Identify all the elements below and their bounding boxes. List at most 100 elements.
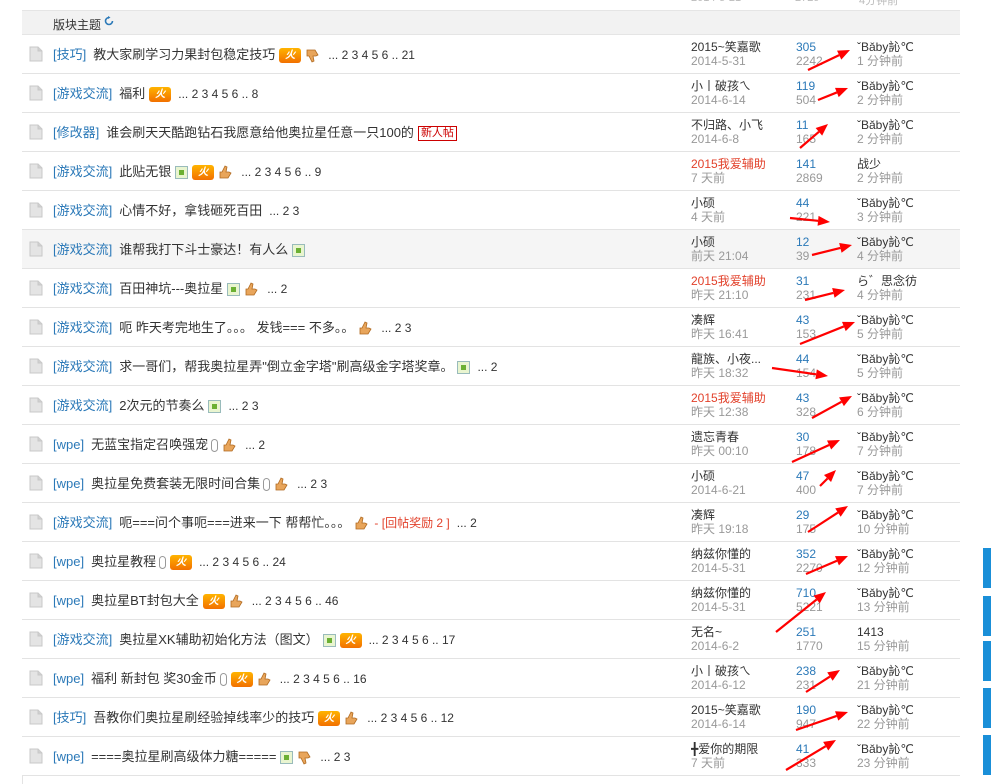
thread-category-link[interactable]: [游戏交流] <box>53 86 112 102</box>
thread-category-link[interactable]: [游戏交流] <box>53 281 112 297</box>
table-row[interactable]: [技巧] 教大家刷学习力果封包稳定技巧 火 ... 2 3 4 5 6 .. 21… <box>22 35 960 74</box>
author-name-link[interactable]: 凑辉 <box>691 508 781 522</box>
thread-title-link[interactable]: 奥拉星免费套装无限时间合集 <box>91 476 260 492</box>
author-name-link[interactable]: 凑辉 <box>691 313 781 327</box>
reply-count[interactable]: 238 <box>796 664 846 678</box>
thread-title-link[interactable]: 吾教你们奥拉星刷经验掉线率少的技巧 <box>93 710 314 726</box>
reply-count[interactable]: 29 <box>796 508 846 522</box>
last-poster-link[interactable]: ら゛思念彷 <box>857 274 957 288</box>
page-links[interactable]: ... 2 3 4 5 6 .. 16 <box>280 671 367 687</box>
author-name-link[interactable]: 小硕 <box>691 196 781 210</box>
author-name-link[interactable]: 小丨破孩ㄟ <box>691 664 781 678</box>
table-row[interactable]: [游戏交流] 求一哥们，帮我奥拉星弄"倒立金字塔"刷高级金字塔奖章。 ... 2… <box>22 347 960 386</box>
page-links[interactable]: ... 2 3 <box>320 749 350 765</box>
last-post-time[interactable]: 15 分钟前 <box>857 639 957 653</box>
thread-title-link[interactable]: 福利 <box>119 86 145 102</box>
last-post-time[interactable]: 3 分钟前 <box>857 210 957 224</box>
thread-category-link[interactable]: [游戏交流] <box>53 632 112 648</box>
last-post-time[interactable]: 7 分钟前 <box>857 483 957 497</box>
last-poster-link[interactable]: ˇBǎby訫℃ <box>857 469 957 483</box>
author-name-link[interactable]: 无名~ <box>691 625 781 639</box>
reply-count[interactable]: 352 <box>796 547 846 561</box>
last-post-time[interactable]: 13 分钟前 <box>857 600 957 614</box>
table-row[interactable]: [wpe] 福利 新封包 奖30金币 火... 2 3 4 5 6 .. 16 … <box>22 659 960 698</box>
thread-title-link[interactable]: 呃 昨天考完地生了。。。 发钱=== 不多。。 <box>119 320 354 336</box>
thread-title-link[interactable]: 福利 新封包 奖30金币 <box>91 671 217 687</box>
last-poster-link[interactable]: ˇBǎby訫℃ <box>857 703 957 717</box>
side-tab-5[interactable] <box>983 735 991 775</box>
page-links[interactable]: ... 2 3 4 5 6 .. 8 <box>178 86 258 102</box>
reply-count[interactable]: 31 <box>796 274 846 288</box>
page-links[interactable]: ... 2 3 4 5 6 .. 17 <box>369 632 456 648</box>
author-name-link[interactable]: 2015我爱辅助 <box>691 391 781 405</box>
thread-category-link[interactable]: [技巧] <box>53 710 86 726</box>
last-post-time[interactable]: 5 分钟前 <box>857 366 957 380</box>
table-row[interactable]: [游戏交流] 福利 火 ... 2 3 4 5 6 .. 8 小丨破孩ㄟ 2014… <box>22 74 960 113</box>
last-post-time[interactable]: 6 分钟前 <box>857 405 957 419</box>
reply-count[interactable]: 43 <box>796 391 846 405</box>
thread-category-link[interactable]: [技巧] <box>53 47 86 63</box>
last-post-time[interactable]: 23 分钟前 <box>857 756 957 770</box>
page-links[interactable]: ... 2 3 <box>228 398 258 414</box>
last-post-time[interactable]: 2 分钟前 <box>857 171 957 185</box>
thread-category-link[interactable]: [wpe] <box>53 437 84 453</box>
author-name-link[interactable]: 不归路、小飞 <box>691 118 781 132</box>
table-row[interactable]: [wpe] ====奥拉星刷高级体力糖===== ... 2 3 ╋爱你的期限 … <box>22 737 960 776</box>
table-row[interactable]: [wpe] 奥拉星免费套装无限时间合集 ... 2 3 小硕 2014-6-21… <box>22 464 960 503</box>
side-tab-3[interactable] <box>983 641 991 681</box>
thread-category-link[interactable]: [游戏交流] <box>53 515 112 531</box>
thread-category-link[interactable]: [修改器] <box>53 125 99 141</box>
author-name-link[interactable]: 2015~笑嘉歌 <box>691 703 781 717</box>
thread-title-link[interactable]: ====奥拉星刷高级体力糖===== <box>91 749 276 765</box>
reply-count[interactable]: 44 <box>796 352 846 366</box>
last-post-time[interactable]: 1 分钟前 <box>857 54 957 68</box>
last-poster-link[interactable]: ˇBǎby訫℃ <box>857 313 957 327</box>
thread-title-link[interactable]: 呃===问个事呃===进来一下 帮帮忙。。。 <box>119 515 350 531</box>
table-row[interactable]: [wpe] 奥拉星BT封包大全 火 ... 2 3 4 5 6 .. 46 纳兹你… <box>22 581 960 620</box>
reply-count[interactable]: 44 <box>796 196 846 210</box>
page-links[interactable]: ... 2 3 <box>297 476 327 492</box>
page-links[interactable]: ... 2 3 4 5 6 .. 9 <box>241 164 321 180</box>
author-name-link[interactable]: 2015~笑嘉歌 <box>691 40 781 54</box>
reply-count[interactable]: 141 <box>796 157 846 171</box>
side-tab-2[interactable] <box>983 596 991 636</box>
last-poster-link[interactable]: 1413 <box>857 625 957 639</box>
last-post-time[interactable]: 4 分钟前 <box>857 288 957 302</box>
reply-count[interactable]: 12 <box>796 235 846 249</box>
author-name-link[interactable]: 2015我爱辅助 <box>691 274 781 288</box>
refresh-icon[interactable] <box>104 16 114 26</box>
last-post-time[interactable]: 2 分钟前 <box>857 132 957 146</box>
author-name-link[interactable]: ╋爱你的期限 <box>691 742 781 756</box>
reply-count[interactable]: 41 <box>796 742 846 756</box>
page-links[interactable]: ... 2 <box>457 515 477 531</box>
thread-category-link[interactable]: [游戏交流] <box>53 203 112 219</box>
thread-category-link[interactable]: [wpe] <box>53 593 84 609</box>
table-row[interactable]: [游戏交流] 百田神坑---奥拉星 ... 2 2015我爱辅助 昨天 21:1… <box>22 269 960 308</box>
reply-count[interactable]: 710 <box>796 586 846 600</box>
last-poster-link[interactable]: ˇBǎby訫℃ <box>857 40 957 54</box>
reply-count[interactable]: 30 <box>796 430 846 444</box>
table-row[interactable]: [游戏交流] 奥拉星XK辅助初始化方法（图文） 火 ... 2 3 4 5 6 .… <box>22 620 960 659</box>
last-poster-link[interactable]: ˇBǎby訫℃ <box>857 352 957 366</box>
last-poster-link[interactable]: ˇBǎby訫℃ <box>857 118 957 132</box>
last-poster-link[interactable]: 战少 <box>857 157 957 171</box>
thread-title-link[interactable]: 谁会刷天天酷跑钻石我愿意给他奥拉星任意一只100的 <box>106 125 414 141</box>
last-post-time[interactable]: 2 分钟前 <box>857 93 957 107</box>
reply-count[interactable]: 11 <box>796 118 846 132</box>
author-name-link[interactable]: 小硕 <box>691 235 781 249</box>
last-poster-link[interactable]: ˇBǎby訫℃ <box>857 664 957 678</box>
last-poster-link[interactable]: ˇBǎby訫℃ <box>857 196 957 210</box>
thread-category-link[interactable]: [wpe] <box>53 749 84 765</box>
reply-count[interactable]: 305 <box>796 40 846 54</box>
table-row[interactable]: [修改器] 谁会刷天天酷跑钻石我愿意给他奥拉星任意一只100的 新人帖 不归路、… <box>22 113 960 152</box>
thread-title-link[interactable]: 2次元的节奏么 <box>119 398 204 414</box>
last-poster-link[interactable]: ˇBǎby訫℃ <box>857 508 957 522</box>
page-links[interactable]: ... 2 3 <box>269 203 299 219</box>
author-name-link[interactable]: 2015我爱辅助 <box>691 157 781 171</box>
thread-title-link[interactable]: 无蓝宝指定召唤强宠 <box>91 437 208 453</box>
table-row[interactable]: [游戏交流] 心情不好，拿钱砸死百田 ... 2 3 小硕 4 天前 44 22… <box>22 191 960 230</box>
table-row[interactable]: [wpe] 奥拉星教程 火 ... 2 3 4 5 6 .. 24 纳兹你懂的 2… <box>22 542 960 581</box>
table-row[interactable]: [游戏交流] 2次元的节奏么 ... 2 3 2015我爱辅助 昨天 12:38… <box>22 386 960 425</box>
last-poster-link[interactable]: ˇBǎby訫℃ <box>857 547 957 561</box>
reply-count[interactable]: 43 <box>796 313 846 327</box>
